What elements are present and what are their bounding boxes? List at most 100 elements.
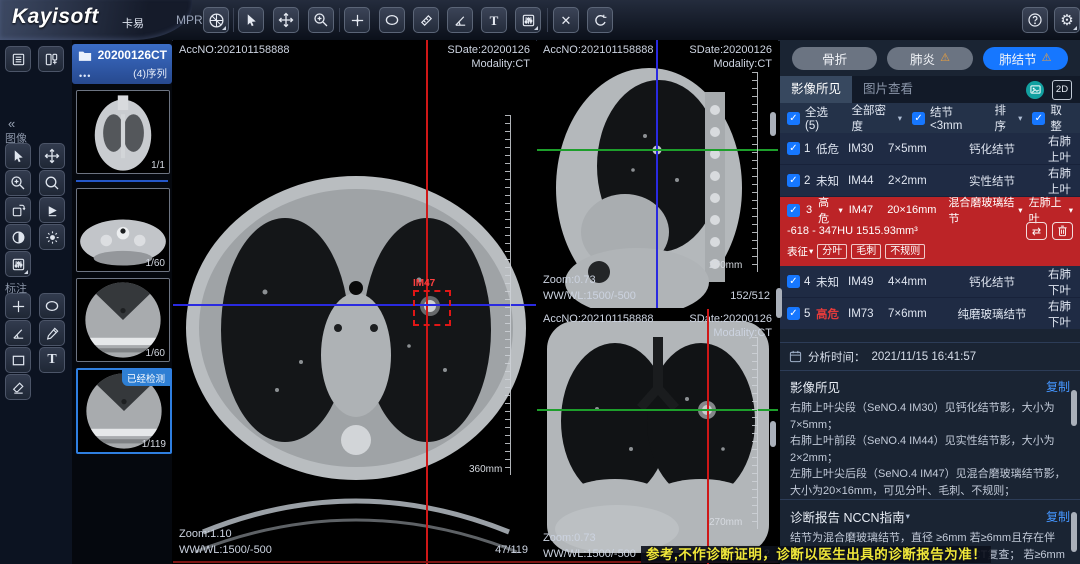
reset-button[interactable]: [587, 7, 613, 33]
analysis-time-row: 分析时间： 2021/11/15 16:41:57: [780, 342, 1080, 371]
rail-pointer-button[interactable]: [5, 143, 31, 169]
toolbar-separator: [547, 8, 548, 32]
collapse-rail-control[interactable]: «: [8, 116, 15, 131]
sagittal-scrollbar[interactable]: [770, 112, 776, 136]
rail-magnify-button[interactable]: [39, 170, 65, 196]
tab-findings[interactable]: 影像所见: [780, 76, 852, 103]
rail-crosshair-button[interactable]: [5, 293, 31, 319]
rail-cine-play-button[interactable]: [39, 197, 65, 223]
sort-dropdown[interactable]: 排序▾: [994, 102, 1022, 134]
nodule-row-1[interactable]: ✓ 1 低危 IM30 7×5mm 钙化结节 右肺上叶: [780, 133, 1080, 165]
nodule-row-4[interactable]: ✓ 4 未知 IM49 4×4mm 钙化结节 右肺下叶: [780, 266, 1080, 298]
delete-annotation-button[interactable]: ✕: [553, 7, 579, 33]
tab-image-view[interactable]: 图片查看: [852, 76, 924, 103]
feature-tag[interactable]: 分叶: [817, 244, 847, 259]
mpr-layout-button[interactable]: [203, 7, 229, 33]
levels-icon: [11, 257, 26, 272]
rail-eraser-button[interactable]: [5, 374, 31, 400]
window-level: WW/WL:1500/-500: [543, 290, 636, 302]
mode-nodule-button[interactable]: 肺结节 ⚠: [983, 47, 1068, 70]
crosshair-sagittal-line[interactable]: [656, 40, 658, 308]
feature-dropdown[interactable]: 表征▾: [787, 244, 813, 259]
zoom-level: Zoom:0.73: [543, 274, 596, 286]
row-checkbox[interactable]: ✓: [787, 275, 800, 288]
pan-tool-button[interactable]: [273, 7, 299, 33]
settings-button[interactable]: ⚙: [1054, 7, 1080, 33]
select-all-checkbox[interactable]: ✓: [787, 112, 800, 125]
row-checkbox[interactable]: ✓: [787, 204, 800, 217]
window-level-button[interactable]: [515, 7, 541, 33]
series-more-control[interactable]: •••: [79, 71, 91, 81]
risk-level: 低危: [816, 141, 848, 157]
copy-report-link[interactable]: 复制: [1046, 508, 1070, 525]
nodule-size: 7×5mm: [888, 143, 946, 155]
nodule-row-2[interactable]: ✓ 2 未知 IM44 2×2mm 实性结节 右肺上叶: [780, 165, 1080, 197]
rail-brightness-button[interactable]: [39, 224, 65, 250]
help-button[interactable]: [1022, 7, 1048, 33]
rail-contrast-button[interactable]: [5, 224, 31, 250]
rail-text-button[interactable]: T: [39, 347, 65, 373]
coronal-scrollbar[interactable]: [770, 421, 776, 447]
crosshair-tool-button[interactable]: [344, 7, 370, 33]
rail-ellipse-button[interactable]: [39, 293, 65, 319]
feature-tag[interactable]: 不规则: [885, 244, 925, 259]
report-scrollbar[interactable]: [1071, 512, 1077, 552]
feature-tag[interactable]: 毛刺: [851, 244, 881, 259]
measure-tool-button[interactable]: [413, 7, 439, 33]
rail-pencil-button[interactable]: [39, 320, 65, 346]
nodule-roi-box[interactable]: [413, 290, 451, 326]
viewport-coronal[interactable]: AccNO:202101158888 SDate:20200126 Modali…: [537, 309, 778, 564]
panel-left-scrollbar[interactable]: [776, 288, 782, 318]
row-checkbox[interactable]: ✓: [787, 174, 800, 187]
copy-findings-link[interactable]: 复制: [1046, 378, 1070, 395]
nodule-row-5[interactable]: ✓ 5 高危 IM73 7×6mm 纯磨玻璃结节 右肺下叶: [780, 298, 1080, 329]
analysis-time-label: 分析时间：: [808, 349, 866, 365]
rail-zoom-in-button[interactable]: [5, 170, 31, 196]
zoom-in-tool-button[interactable]: [308, 7, 334, 33]
crosshair-axial-line[interactable]: [537, 409, 778, 411]
mode-fracture-button[interactable]: 骨折: [792, 47, 877, 70]
round-checkbox[interactable]: ✓: [1032, 112, 1045, 125]
type-dropdown[interactable]: 混合磨玻璃结节▾: [948, 194, 1022, 226]
text-tool-button[interactable]: T: [481, 7, 507, 33]
2d-view-button[interactable]: 2D: [1052, 80, 1072, 100]
ellipse-icon: [44, 298, 60, 314]
row-checkbox[interactable]: ✓: [787, 307, 800, 320]
nodule-size: 2×2mm: [888, 175, 946, 187]
ellipse-tool-button[interactable]: [379, 7, 405, 33]
mode-pneumonia-button[interactable]: 肺炎 ⚠: [887, 47, 972, 70]
nodule-lobe: 右肺上叶: [1038, 133, 1080, 165]
viewport-sagittal[interactable]: AccNO:202101158888 SDate:20200126 Modali…: [537, 40, 778, 308]
nodule-lobe: 右肺下叶: [1038, 298, 1080, 330]
series-header[interactable]: 20200126CT ••• (4)序列: [72, 44, 172, 84]
risk-dropdown[interactable]: 高危▾: [818, 194, 843, 226]
relocate-button[interactable]: ⇄: [1026, 222, 1047, 240]
thumbnail-scout[interactable]: 1/1: [76, 90, 170, 174]
round-label: 取整: [1050, 102, 1073, 134]
findings-scrollbar[interactable]: [1071, 390, 1077, 426]
angle-tool-button[interactable]: [447, 7, 473, 33]
pointer-tool-button[interactable]: [238, 7, 264, 33]
report-guideline-dropdown[interactable]: 诊断报告 NCCN指南▾: [790, 507, 910, 526]
thumbnail-lung-series[interactable]: 1/60: [76, 278, 170, 362]
rail-pan-button[interactable]: [39, 143, 65, 169]
rail-rectangle-button[interactable]: [5, 347, 31, 373]
thumbnail-detected-series[interactable]: 已经检测 1/119: [76, 368, 172, 454]
rail-levels-button[interactable]: [5, 251, 31, 277]
crosshair-coronal-line[interactable]: [173, 304, 536, 306]
layout-toggle-button[interactable]: [38, 46, 64, 72]
rail-rotate-crop-button[interactable]: [5, 197, 31, 223]
crosshair-axial-line[interactable]: [537, 149, 778, 151]
viewport-axial[interactable]: AccNO:202101158888 SDate:20200126 Modali…: [173, 40, 536, 564]
rail-angle-button[interactable]: [5, 320, 31, 346]
row-checkbox[interactable]: ✓: [787, 142, 800, 155]
chevron-down-icon: ▾: [898, 113, 902, 124]
nodule-row-3-selected[interactable]: ✓ 3 高危▾ IM47 20×16mm 混合磨玻璃结节▾ 左肺上叶▾ -618…: [780, 197, 1080, 266]
delete-nodule-button[interactable]: [1052, 222, 1073, 240]
thumbnail-axial-neck[interactable]: 1/60: [76, 188, 170, 272]
small-nodule-checkbox[interactable]: ✓: [912, 112, 925, 125]
report-image-button[interactable]: [1026, 81, 1044, 99]
series-list-toggle-button[interactable]: [5, 46, 31, 72]
density-dropdown[interactable]: 全部密度▾: [852, 102, 903, 134]
nodule-type: 混合磨玻璃结节: [948, 194, 1017, 226]
